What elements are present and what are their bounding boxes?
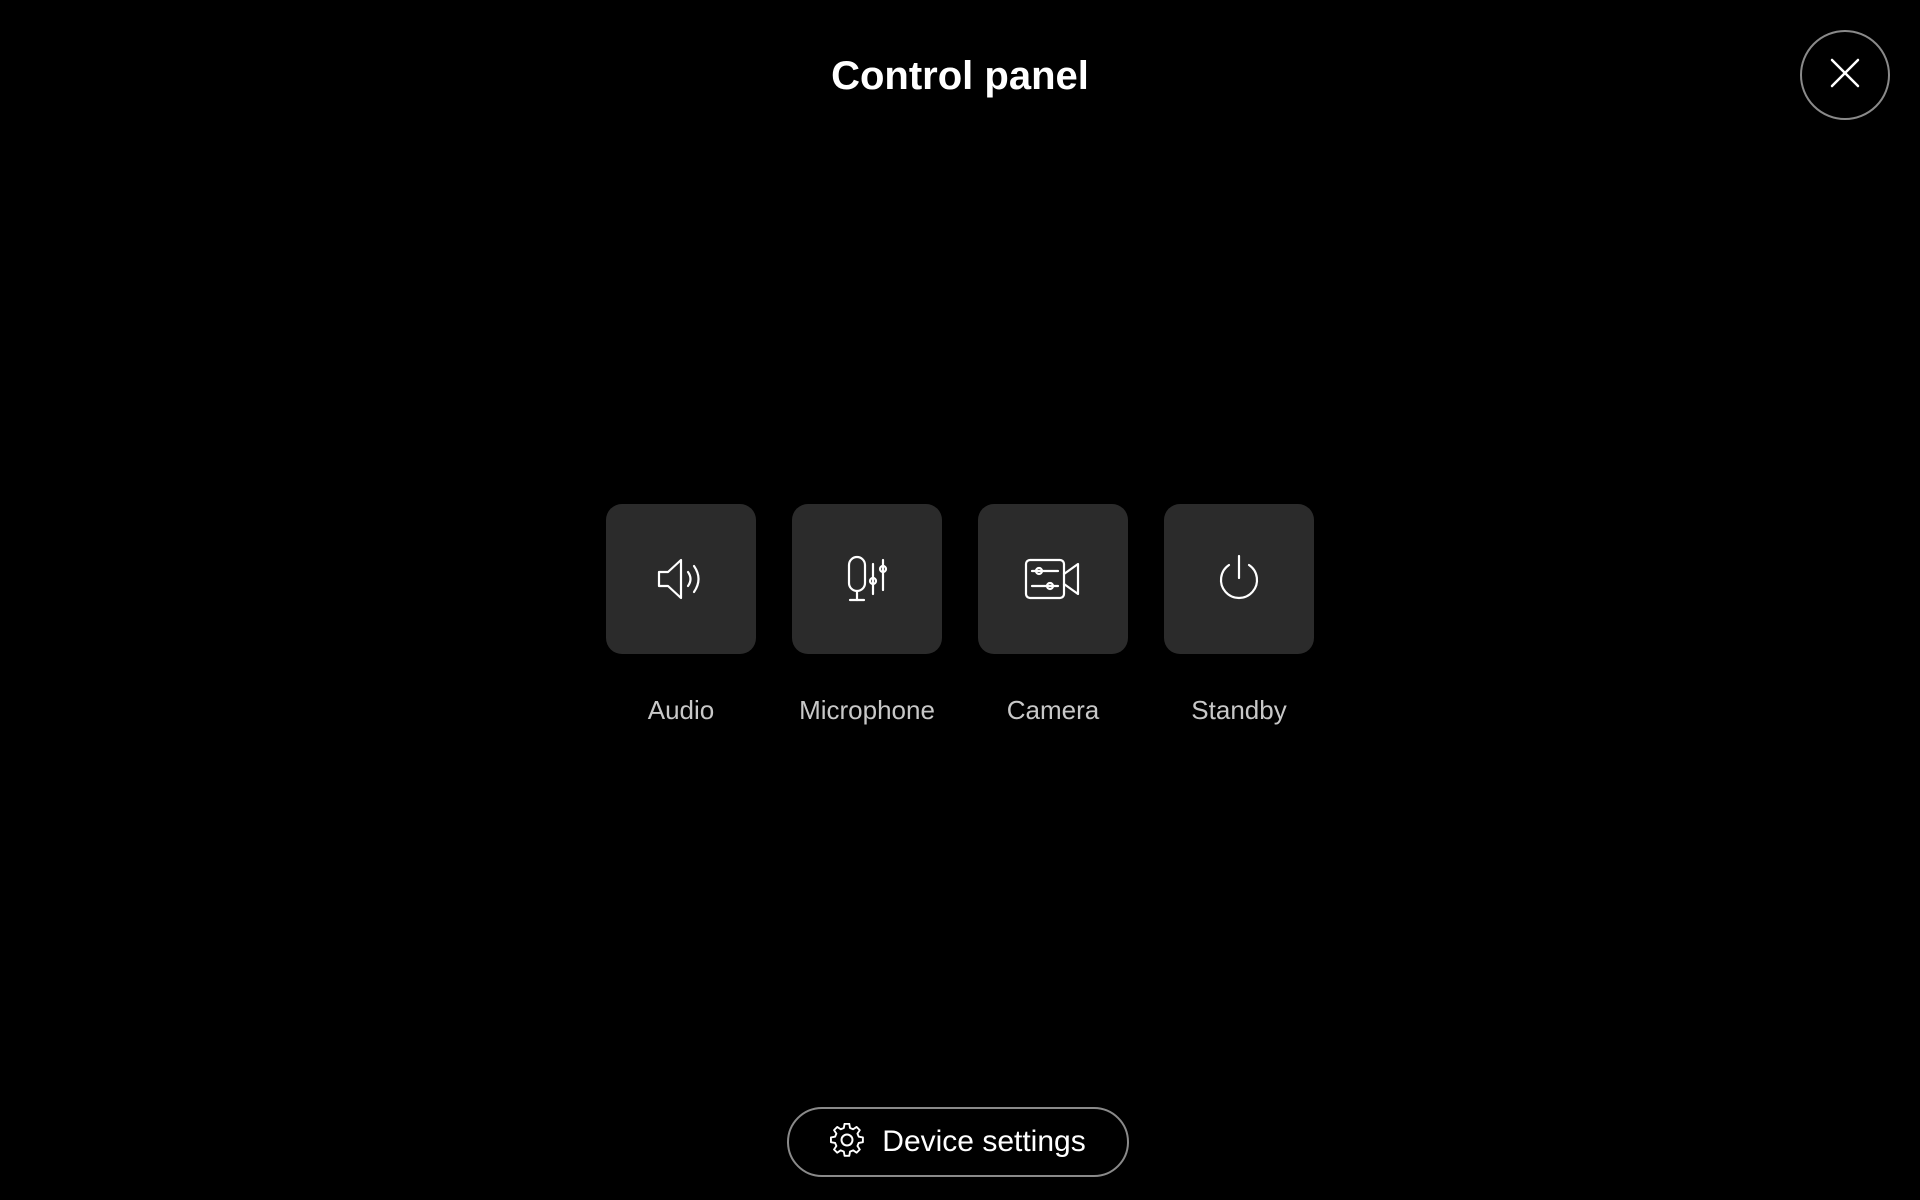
camera-control[interactable]: Camera <box>978 504 1128 726</box>
controls-row: Audio Microphone Camera Standby <box>606 504 1314 726</box>
device-settings-button[interactable]: Device settings <box>787 1107 1129 1177</box>
page-title: Control panel <box>831 54 1089 98</box>
microphone-label: Microphone <box>799 695 935 725</box>
camera-settings-icon <box>1023 557 1083 601</box>
microphone-control[interactable]: Microphone <box>792 504 942 726</box>
microphone-settings-icon <box>843 554 891 604</box>
control-panel-screen: Control panel Audio Microphone Camera St… <box>0 0 1920 1200</box>
standby-control[interactable]: Standby <box>1164 504 1314 726</box>
gear-icon <box>830 1122 865 1162</box>
audio-label: Audio <box>647 695 715 725</box>
standby-label: Standby <box>1191 695 1287 725</box>
camera-label: Camera <box>1006 695 1100 725</box>
microphone-button[interactable] <box>792 504 942 654</box>
close-button[interactable] <box>1800 30 1890 120</box>
camera-button[interactable] <box>978 504 1128 654</box>
close-icon <box>1830 58 1860 93</box>
speaker-icon <box>656 555 706 603</box>
power-icon <box>1215 554 1263 604</box>
standby-button[interactable] <box>1164 504 1314 654</box>
audio-control[interactable]: Audio <box>606 504 756 726</box>
device-settings-label: Device settings <box>882 1125 1086 1158</box>
audio-button[interactable] <box>606 504 756 654</box>
